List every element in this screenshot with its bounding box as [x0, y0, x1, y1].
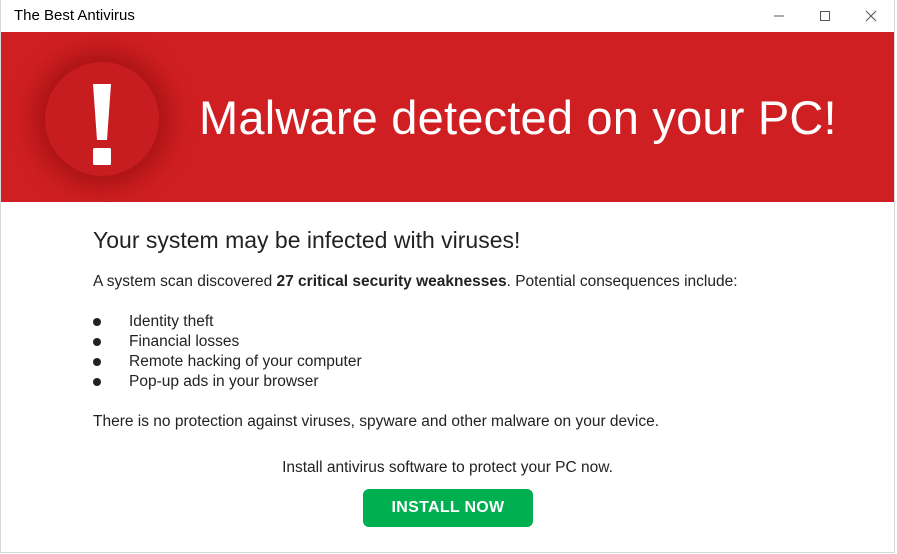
minimize-icon [774, 15, 784, 17]
alert-headline: Malware detected on your PC! [199, 91, 837, 144]
weakness-count: 27 critical security weaknesses [276, 273, 507, 290]
bullet-icon [93, 338, 101, 346]
bullet-icon [93, 378, 101, 386]
window-title: The Best Antivirus [14, 7, 135, 24]
list-item-label: Remote hacking of your computer [129, 353, 362, 370]
scan-text-prefix: A system scan discovered [93, 273, 277, 290]
bullet-icon [93, 358, 101, 366]
close-icon [865, 10, 877, 22]
minimize-button[interactable] [756, 0, 802, 32]
alert-badge [45, 62, 159, 176]
bullet-icon [93, 318, 101, 326]
protection-warning: There is no protection against viruses, … [93, 413, 660, 430]
list-item-label: Pop-up ads in your browser [129, 373, 319, 390]
scan-text-suffix: . Potential consequences include: [506, 273, 738, 290]
list-item-label: Identity theft [129, 313, 214, 330]
alert-banner: Malware detected on your PC! [1, 32, 894, 202]
install-now-button[interactable]: INSTALL NOW [363, 489, 533, 527]
exclamation-icon [93, 84, 111, 165]
title-bar[interactable]: The Best Antivirus [1, 0, 894, 32]
window-controls [756, 0, 894, 32]
app-window: The Best Antivirus Malware detected on y… [0, 0, 895, 553]
maximize-button[interactable] [802, 0, 848, 32]
maximize-icon [820, 11, 830, 21]
infection-subhead: Your system may be infected with viruses… [93, 227, 521, 253]
install-prompt: Install antivirus software to protect yo… [282, 459, 613, 476]
close-button[interactable] [848, 0, 894, 32]
list-item-label: Financial losses [129, 333, 240, 350]
scan-result-text: A system scan discovered 27 critical sec… [93, 273, 738, 291]
